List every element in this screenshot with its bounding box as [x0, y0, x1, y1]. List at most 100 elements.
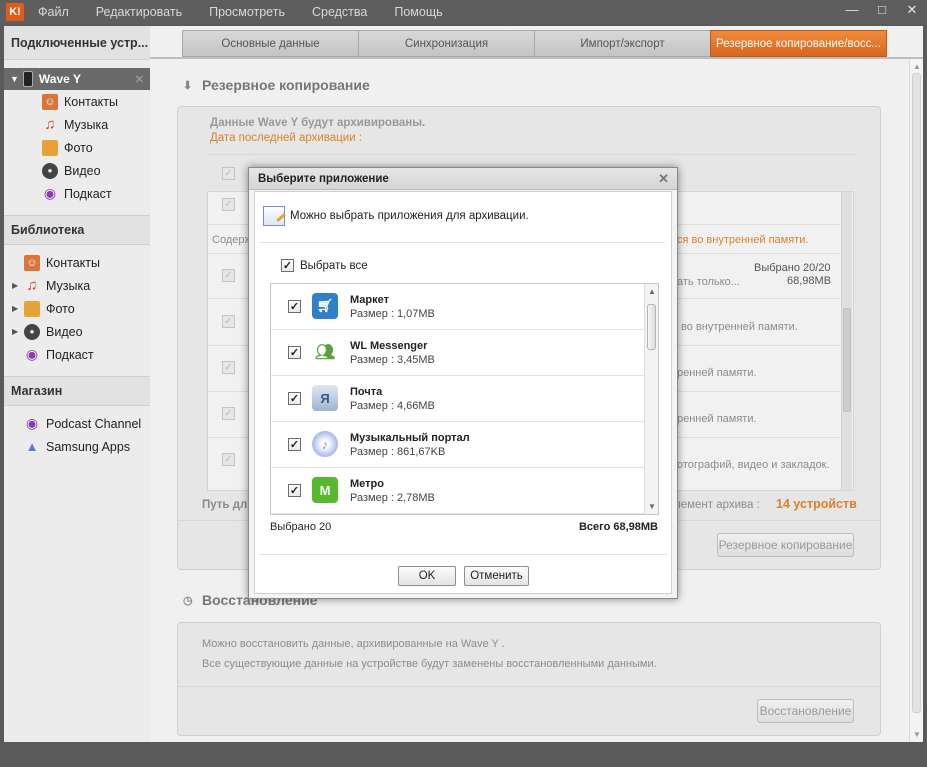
- menu-file[interactable]: Файл: [38, 5, 69, 19]
- app-row-wl-messenger[interactable]: ✓ 👥︎ WL Messenger Размер : 3,45MB: [271, 330, 658, 376]
- backup-row-text: во внутренней памяти.: [681, 321, 798, 333]
- app-checkbox[interactable]: ✓: [288, 392, 301, 405]
- sidebar-item-label: Фото: [46, 301, 75, 316]
- restore-button[interactable]: Восстановление: [757, 699, 854, 723]
- app-checkbox[interactable]: ✓: [288, 300, 301, 313]
- backup-row-checkbox[interactable]: ✓: [222, 269, 235, 282]
- backup-path-label: Путь дл: [202, 499, 248, 511]
- video-reel-icon: ●: [42, 162, 58, 179]
- device-item-music[interactable]: ♫ Музыка: [4, 113, 150, 136]
- device-name: Wave Y: [38, 72, 81, 86]
- scroll-up-icon[interactable]: ▲: [648, 287, 656, 296]
- main-scrollbar[interactable]: ▲ ▼: [909, 59, 923, 742]
- scroll-down-icon[interactable]: ▼: [648, 502, 656, 511]
- minimize-icon[interactable]: —: [845, 2, 859, 18]
- cancel-button[interactable]: Отменить: [464, 566, 529, 586]
- backup-title-text: Резервное копирование: [202, 77, 370, 93]
- library-item-podcast[interactable]: ◉ Подкаст: [4, 343, 150, 366]
- backup-row-checkbox[interactable]: ✓: [222, 453, 235, 466]
- backup-option-checkbox[interactable]: ✓: [222, 167, 235, 180]
- divider: [259, 554, 667, 555]
- backup-table-checkbox[interactable]: ✓: [222, 198, 235, 211]
- table-scrollbar[interactable]: [841, 192, 852, 490]
- app-list: ✓ 🛒︎ Маркет Размер : 1,07MB ✓ 👥︎ WL Mess…: [270, 283, 659, 515]
- dialog-titlebar: Выберите приложение ✕: [249, 168, 677, 190]
- connected-devices-header[interactable]: Подключенные устр...: [4, 26, 150, 60]
- app-row-metro[interactable]: ✓ M Метро Размер : 2,78MB: [271, 468, 658, 514]
- library-item-contacts[interactable]: ☺ Контакты: [4, 251, 150, 274]
- app-name: Метро: [350, 478, 384, 490]
- library-item-music[interactable]: ▶ ♫ Музыка: [4, 274, 150, 297]
- app-row-music-portal[interactable]: ✓ ♪ Музыкальный портал Размер : 861,67KB: [271, 422, 658, 468]
- maximize-icon[interactable]: □: [875, 2, 889, 18]
- app-name: Почта: [350, 386, 383, 398]
- tab-import-export[interactable]: Импорт/экспорт: [534, 30, 711, 57]
- sidebar-item-label: Видео: [64, 163, 101, 178]
- expand-arrow-icon[interactable]: ▶: [12, 327, 18, 336]
- backup-row-checkbox[interactable]: ✓: [222, 361, 235, 374]
- app-size: Размер : 2,78MB: [350, 492, 435, 504]
- backup-row-checkbox[interactable]: ✓: [222, 407, 235, 420]
- menu-help[interactable]: Помощь: [394, 5, 442, 19]
- podcast-icon: ◉: [25, 415, 39, 431]
- device-item-wave-y[interactable]: ▼ Wave Y ✕: [4, 68, 150, 90]
- backup-selected-summary: Выбрано 20/20: [754, 262, 831, 274]
- archive-count: 14 устройств: [776, 497, 857, 511]
- close-icon[interactable]: ✕: [905, 2, 919, 18]
- download-icon: ⬇: [183, 80, 193, 92]
- photo-icon: [42, 139, 58, 156]
- samsung-apps-icon: ▲: [25, 439, 39, 454]
- ok-button[interactable]: OK: [398, 566, 456, 586]
- scrollbar-thumb[interactable]: [912, 73, 921, 713]
- library-item-photo[interactable]: ▶ Фото: [4, 297, 150, 320]
- app-row-market[interactable]: ✓ 🛒︎ Маркет Размер : 1,07MB: [271, 284, 658, 330]
- tab-sync[interactable]: Синхронизация: [358, 30, 535, 57]
- store-item-podcast-channel[interactable]: ◉ Podcast Channel: [4, 412, 150, 435]
- close-icon[interactable]: ✕: [658, 171, 669, 187]
- app-name: Музыкальный портал: [350, 432, 470, 444]
- select-all-checkbox[interactable]: ✓ Выбрать все: [281, 259, 368, 272]
- select-all-label: Выбрать все: [300, 259, 368, 272]
- scroll-up-icon[interactable]: ▲: [913, 62, 921, 71]
- app-checkbox[interactable]: ✓: [288, 438, 301, 451]
- app-row-mail[interactable]: ✓ Я Почта Размер : 4,66MB: [271, 376, 658, 422]
- backup-row-text: ать только...: [677, 276, 740, 288]
- app-name: Маркет: [350, 294, 389, 306]
- backup-row-text: отографий, видео и закладок.: [677, 459, 830, 471]
- scrollbar-thumb[interactable]: [843, 308, 851, 412]
- scroll-down-icon[interactable]: ▼: [913, 730, 921, 739]
- library-item-video[interactable]: ▶ ● Видео: [4, 320, 150, 343]
- device-item-podcast[interactable]: ◉ Подкаст: [4, 182, 150, 205]
- tab-backup-restore[interactable]: Резервное копирование/восс...: [710, 30, 887, 57]
- restore-info-line-2: Все существующие данные на устройстве бу…: [202, 658, 657, 670]
- app-checkbox[interactable]: ✓: [288, 346, 301, 359]
- scrollbar-thumb[interactable]: [647, 304, 656, 350]
- sidebar-item-label: Музыка: [46, 278, 91, 293]
- total-size: Всего 68,98MB: [578, 521, 658, 533]
- chevron-down-icon[interactable]: ▼: [10, 74, 19, 84]
- photo-icon: [24, 300, 40, 317]
- tab-basic-data[interactable]: Основные данные: [182, 30, 359, 57]
- menu-tools[interactable]: Средства: [312, 5, 367, 19]
- expand-arrow-icon[interactable]: ▶: [12, 281, 18, 290]
- app-checkbox[interactable]: ✓: [288, 484, 301, 497]
- expand-arrow-icon[interactable]: ▶: [12, 304, 18, 313]
- device-item-contacts[interactable]: ☺ Контакты: [4, 90, 150, 113]
- app-size: Размер : 4,66MB: [350, 400, 435, 412]
- app-list-scrollbar[interactable]: ▲ ▼: [644, 284, 658, 514]
- checkbox-checked-icon[interactable]: ✓: [281, 259, 294, 272]
- device-item-photo[interactable]: Фото: [4, 136, 150, 159]
- disconnect-icon[interactable]: ✕: [135, 73, 144, 86]
- menu-edit[interactable]: Редактировать: [96, 5, 182, 19]
- dialog-description-text: Можно выбрать приложения для архивации.: [290, 210, 529, 222]
- menu-view[interactable]: Просмотреть: [209, 5, 285, 19]
- sidebar-item-label: Подкаст: [64, 186, 112, 201]
- last-backup-date: Дата последней архивации :: [210, 132, 362, 144]
- backup-row-checkbox[interactable]: ✓: [222, 315, 235, 328]
- device-item-video[interactable]: ● Видео: [4, 159, 150, 182]
- sidebar-item-label: Контакты: [46, 255, 100, 270]
- backup-selected-size: 68,98MB: [787, 275, 832, 287]
- dialog-body: Можно выбрать приложения для архивации. …: [254, 191, 672, 594]
- store-item-samsung-apps[interactable]: ▲ Samsung Apps: [4, 435, 150, 458]
- backup-button[interactable]: Резервное копирование: [717, 533, 854, 557]
